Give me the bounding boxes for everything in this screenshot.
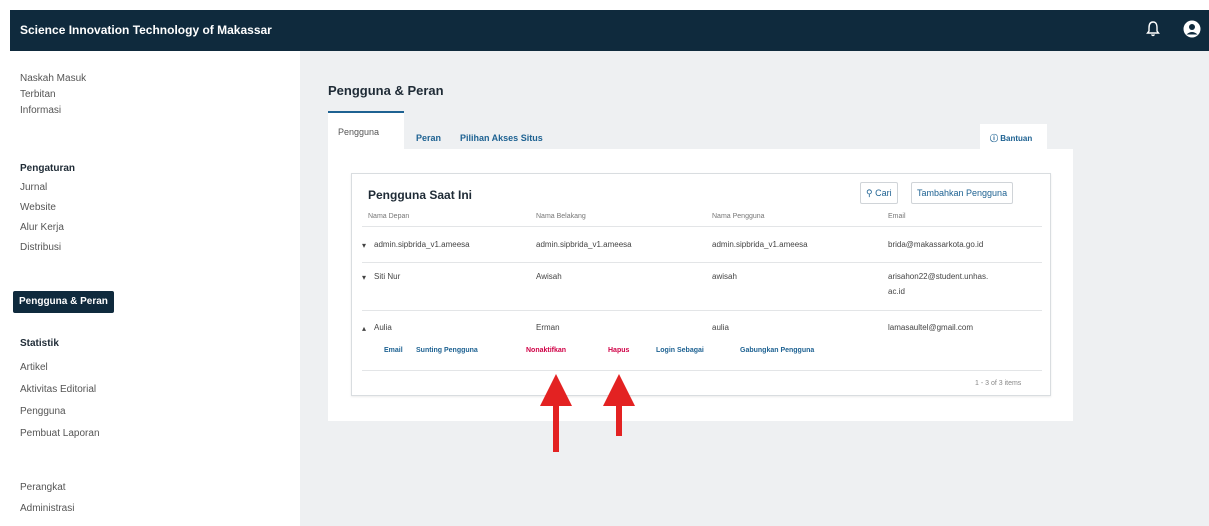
sidebar-item-articles[interactable]: Artikel [20,362,48,373]
remove-user-action[interactable]: Hapus [608,347,629,354]
pagination-status: 1 - 3 of 3 items [975,380,1022,387]
sidebar-item-report-generator[interactable]: Pembuat Laporan [20,428,100,439]
first-name-cell: Siti Nur [374,272,401,281]
add-user-button[interactable]: Tambahkan Pengguna [911,182,1014,204]
last-name-cell: Awisah [536,272,562,281]
last-name-cell: admin.sipbrida_v1.ameesa [536,240,632,249]
current-users-card: Pengguna Saat Ini ⚲ Cari Tambahkan Pengg… [351,173,1051,396]
username-cell: aulia [712,323,729,332]
annotation-arrow-disable [540,374,572,452]
username-cell: awisah [712,272,737,281]
sidebar-item-editorial-activity[interactable]: Aktivitas Editorial [20,384,96,395]
site-title[interactable]: Science Innovation Technology of Makassa… [20,23,272,37]
login-as-action[interactable]: Login Sebagai [656,347,704,354]
sidebar-heading-statistics: Statistik [20,338,59,349]
page-title: Pengguna & Peran [328,83,444,98]
sidebar-item-distribution[interactable]: Distribusi [20,242,61,253]
tab-users[interactable]: Pengguna [328,111,404,149]
search-label: Cari [875,188,892,198]
sidebar-item-website[interactable]: Website [20,202,56,213]
sidebar-heading-settings: Pengaturan [20,163,76,174]
sidebar: Naskah Masuk Terbitan Informasi Pengatur… [10,51,300,526]
email-cell: brida@makassarkota.go.id [888,240,984,249]
column-header-last-name[interactable]: Nama Belakang [536,213,586,220]
card-title: Pengguna Saat Ini [368,188,473,202]
annotation-arrow-remove [603,374,635,436]
column-header-first-name[interactable]: Nama Depan [368,213,409,220]
tab-roles[interactable]: Peran [416,121,441,149]
tab-site-access-options[interactable]: Pilihan Akses Situs [460,121,543,149]
sidebar-item-administration[interactable]: Administrasi [20,503,74,514]
last-name-cell: Erman [536,323,560,332]
sidebar-item-issues[interactable]: Terbitan [20,89,56,100]
column-header-email[interactable]: Email [888,213,906,220]
sidebar-item-workflow[interactable]: Alur Kerja [20,222,64,233]
sidebar-item-tools[interactable]: Perangkat [20,482,66,493]
column-header-username[interactable]: Nama Pengguna [712,213,765,220]
user-account-icon[interactable] [1182,19,1202,44]
sidebar-item-announcements[interactable]: Informasi [20,105,61,116]
sidebar-item-users-roles[interactable]: Pengguna & Peran [13,291,114,313]
email-cell-line-1: arisahon22@student.unhas. [888,272,989,281]
email-cell: lamasaultel@gmail.com [888,323,974,332]
divider [362,226,1042,227]
help-label: Bantuan [1000,134,1033,143]
divider [362,310,1042,311]
disable-user-action[interactable]: Nonaktifkan [526,347,566,354]
sidebar-item-stats-users[interactable]: Pengguna [20,406,66,417]
merge-user-action[interactable]: Gabungkan Pengguna [740,347,814,354]
first-name-cell: Aulia [374,323,392,332]
email-cell-line-2: ac.id [888,287,905,296]
sidebar-item-journal[interactable]: Jurnal [20,182,47,193]
sidebar-item-submissions[interactable]: Naskah Masuk [20,73,86,84]
first-name-cell: admin.sipbrida_v1.ameesa [374,240,470,249]
help-button[interactable]: ⓘ Bantuan [980,124,1047,149]
divider [362,262,1042,263]
chevron-up-icon[interactable]: ▴ [362,324,366,333]
chevron-down-icon[interactable]: ▾ [362,241,366,250]
username-cell: admin.sipbrida_v1.ameesa [712,240,808,249]
edit-user-action[interactable]: Sunting Pengguna [416,347,478,354]
bell-icon[interactable] [1146,20,1160,43]
email-user-action[interactable]: Email [384,347,403,354]
top-navigation-bar: Science Innovation Technology of Makassa… [10,10,1209,51]
search-button[interactable]: ⚲ Cari [860,182,898,204]
search-icon: ⚲ [866,188,873,198]
divider [362,370,1042,371]
chevron-down-icon[interactable]: ▾ [362,273,366,282]
